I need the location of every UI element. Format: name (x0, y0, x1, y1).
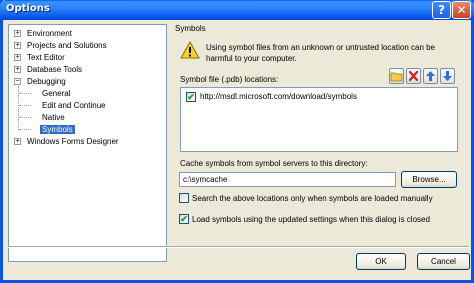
title-bar[interactable]: Options ? ✕ (0, 0, 474, 20)
search-manually-checkbox[interactable] (179, 193, 189, 203)
list-item[interactable]: ✔ http://msdl.microsoft.com/download/sym… (181, 88, 457, 106)
window-title: Options (6, 3, 50, 14)
tree-connector (19, 93, 31, 94)
warning-message: Using symbol files from an unknown or un… (206, 43, 436, 63)
tree-item-native[interactable]: Native (42, 112, 65, 124)
folder-icon (390, 72, 403, 82)
tree-item-general[interactable]: General (42, 88, 70, 100)
delete-icon (408, 70, 419, 82)
location-checkbox[interactable]: ✔ (186, 92, 196, 102)
tree-item-debugging[interactable]: − Debugging (14, 76, 164, 88)
move-up-button[interactable] (423, 68, 438, 84)
page-title: Symbols (175, 24, 206, 33)
tree-item-label: Native (42, 113, 65, 122)
tree-item-label: Environment (27, 29, 72, 38)
cache-directory-input[interactable]: c:\symcache (179, 172, 396, 187)
tree-item-environment[interactable]: + Environment (14, 28, 164, 40)
tree-item-edit-and-continue[interactable]: Edit and Continue (42, 100, 106, 112)
ok-button[interactable]: OK (356, 253, 406, 270)
tree-connector (19, 117, 31, 118)
tree-item-database-tools[interactable]: + Database Tools (14, 64, 164, 76)
tree-item-label: Edit and Continue (42, 101, 106, 110)
expand-icon[interactable]: + (14, 54, 21, 61)
tree-connector (19, 105, 31, 106)
symbol-locations-list[interactable]: ✔ http://msdl.microsoft.com/download/sym… (180, 87, 458, 152)
tree-item-symbols[interactable]: Symbols (40, 124, 75, 136)
tree-item-label: Database Tools (27, 65, 82, 74)
location-path: http://msdl.microsoft.com/download/symbo… (200, 92, 357, 101)
expand-icon[interactable]: + (14, 66, 21, 73)
symbol-locations-label: Symbol file (.pdb) locations: (180, 75, 279, 84)
cache-directory-label: Cache symbols from symbol servers to thi… (180, 159, 368, 168)
tree-item-projects-and-solutions[interactable]: + Projects and Solutions (14, 40, 164, 52)
tree-item-label: Debugging (27, 77, 66, 86)
expand-icon[interactable]: + (14, 30, 21, 37)
expand-icon[interactable]: + (14, 42, 21, 49)
tree-item-label: Symbols (40, 125, 75, 134)
move-down-icon (443, 71, 452, 81)
load-updated-label: Load symbols using the updated settings … (192, 215, 430, 224)
move-up-icon (426, 71, 435, 81)
collapse-icon[interactable]: − (14, 78, 21, 85)
load-updated-checkbox[interactable]: ✔ (179, 214, 189, 224)
category-tree[interactable]: + Environment + Projects and Solutions +… (8, 24, 167, 262)
expand-icon[interactable]: + (14, 138, 21, 145)
help-button[interactable]: ? (432, 1, 451, 19)
close-button[interactable]: ✕ (452, 1, 471, 19)
tree-item-label: Projects and Solutions (27, 41, 107, 50)
tree-item-label: General (42, 89, 71, 98)
tree-item-label: Windows Forms Designer (27, 137, 119, 146)
tree-item-windows-forms-designer[interactable]: + Windows Forms Designer (14, 136, 164, 148)
move-down-button[interactable] (440, 68, 455, 84)
cancel-button[interactable]: Cancel (417, 253, 470, 270)
warning-icon (180, 41, 200, 59)
tree-item-label: Text Editor (27, 53, 65, 62)
divider (8, 246, 469, 248)
browse-button[interactable]: Browse... (401, 171, 457, 188)
tree-connector (19, 129, 31, 130)
tree-item-text-editor[interactable]: + Text Editor (14, 52, 164, 64)
delete-location-button[interactable] (406, 68, 421, 84)
options-dialog: Options ? ✕ + Environment + Projects and… (0, 0, 474, 283)
new-folder-button[interactable] (389, 68, 404, 84)
search-manually-label: Search the above locations only when sym… (192, 194, 433, 203)
